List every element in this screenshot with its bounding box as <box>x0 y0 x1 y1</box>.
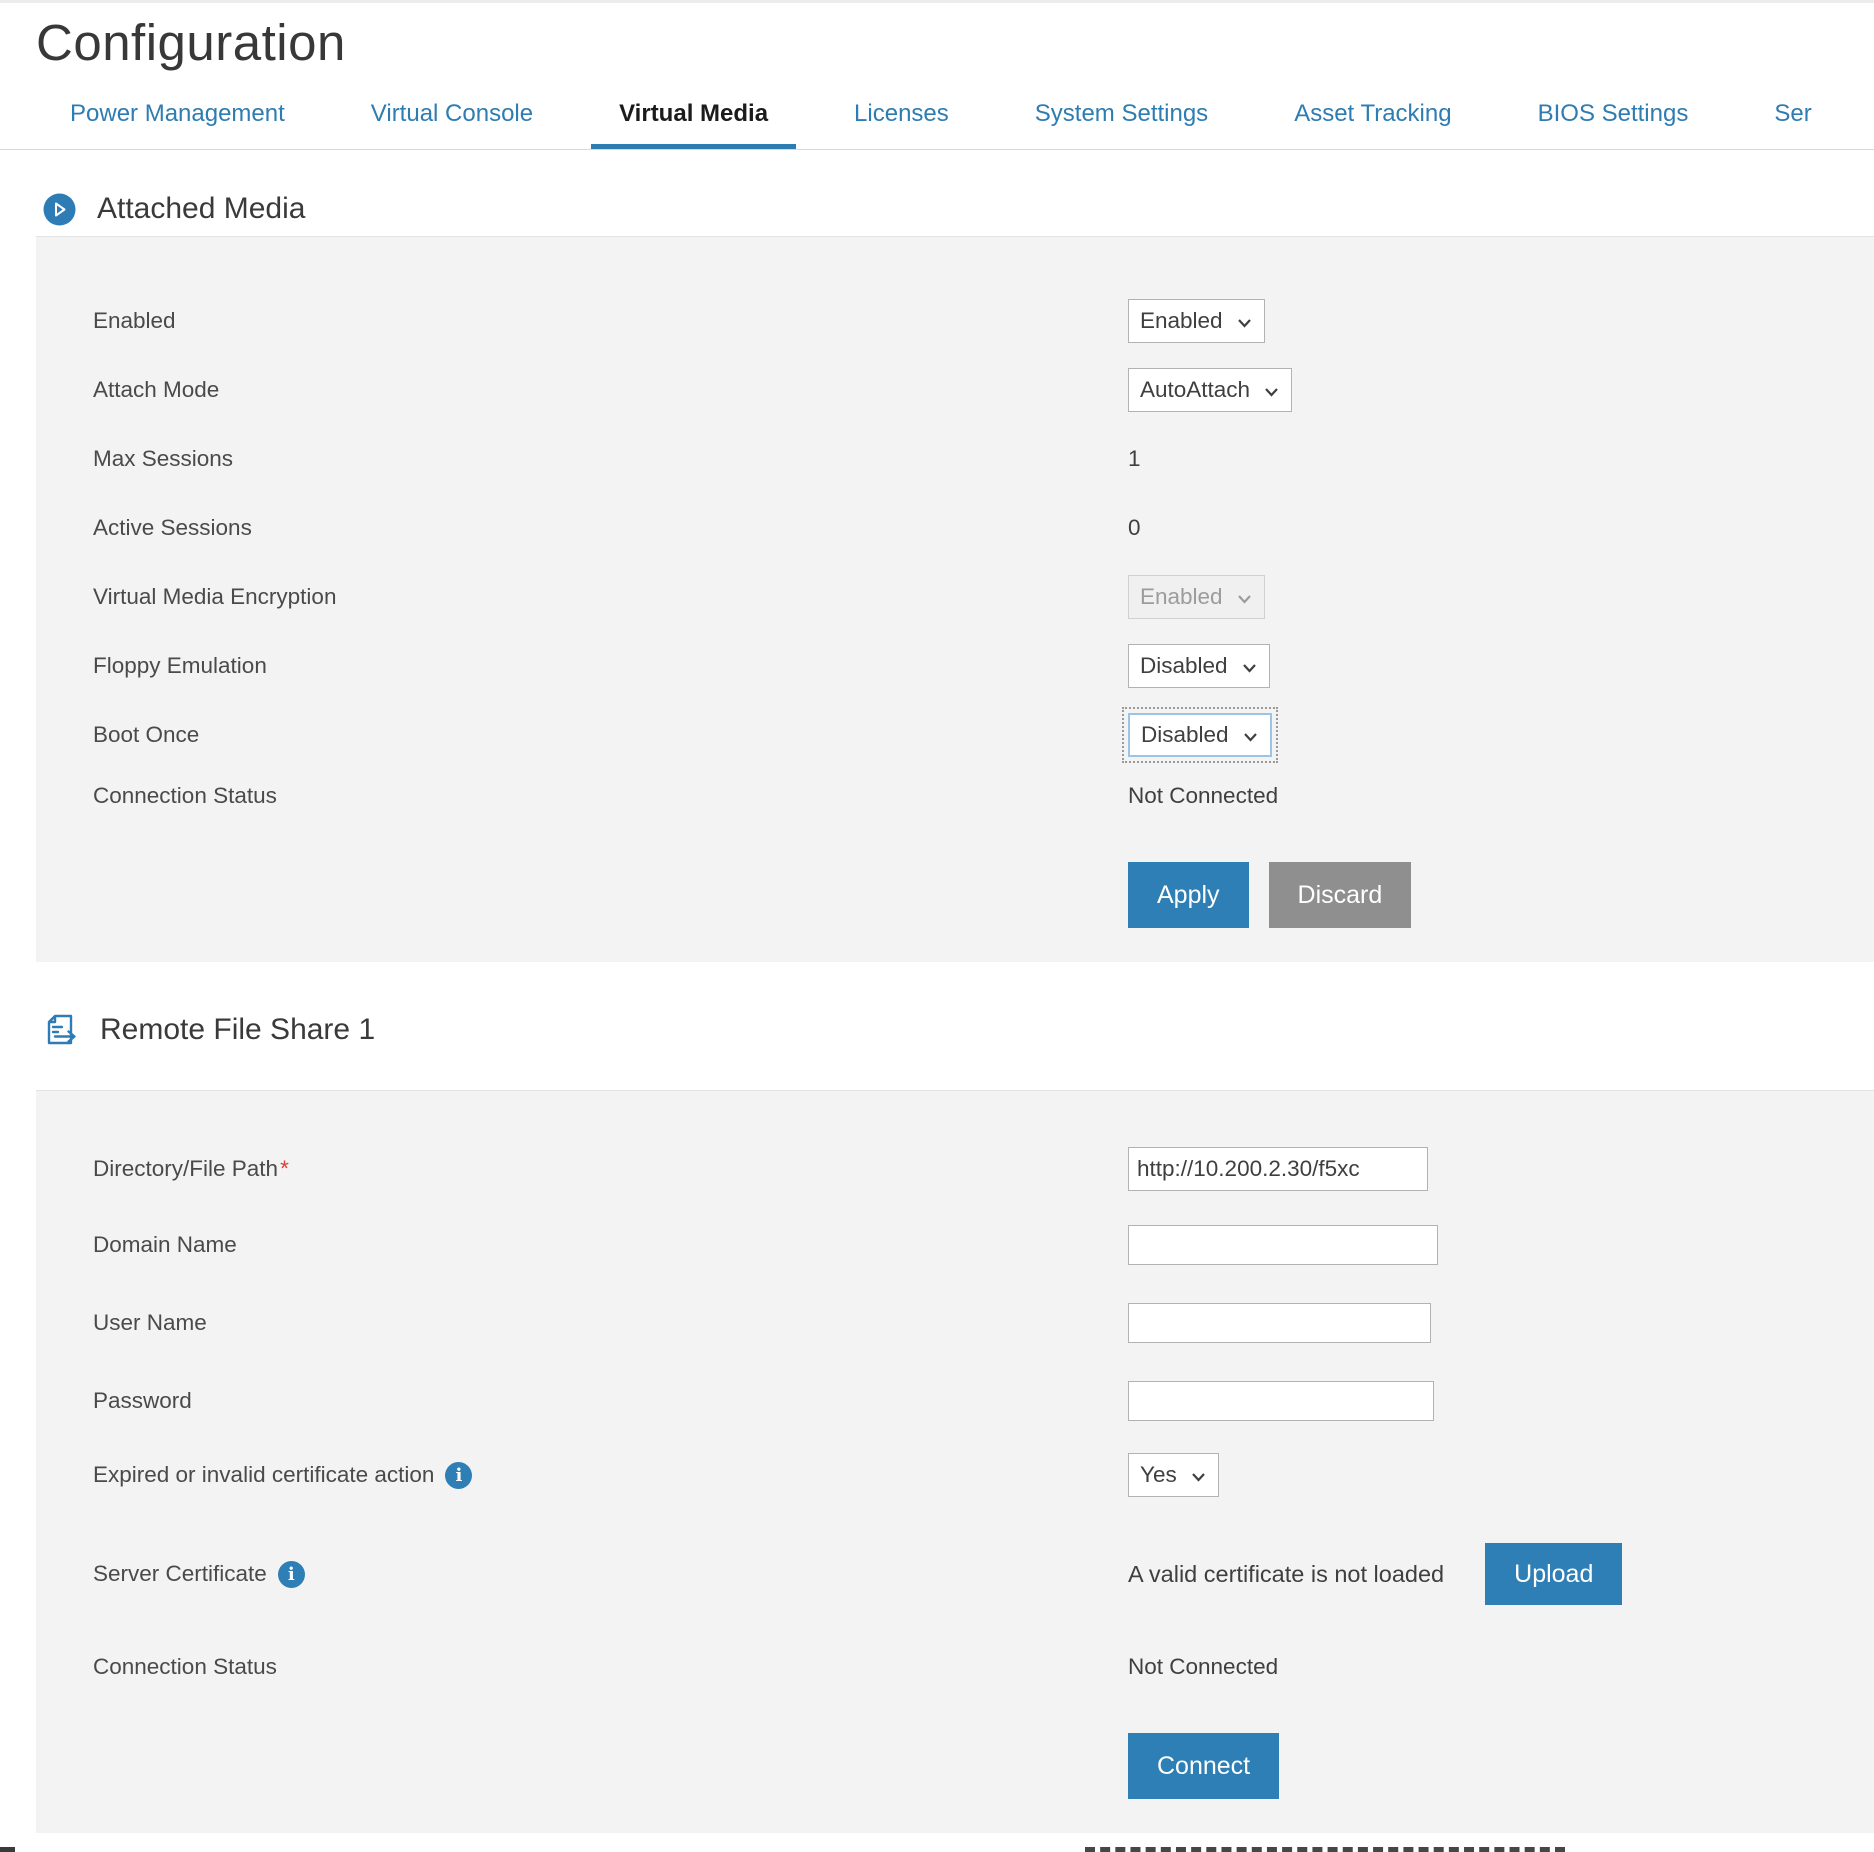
tab-bios-settings[interactable]: BIOS Settings <box>1510 100 1717 149</box>
server-certificate-label: Server Certificate i <box>93 1561 1128 1588</box>
connect-button[interactable]: Connect <box>1128 1733 1279 1799</box>
boot-once-select[interactable]: Disabled <box>1128 713 1272 757</box>
connection-status-label: Connection Status <box>93 1654 1128 1680</box>
directory-file-path-row: Directory/File Path* <box>93 1147 1874 1191</box>
domain-name-row: Domain Name <box>93 1225 1874 1265</box>
password-row: Password <box>93 1381 1874 1421</box>
remote-file-share-connection-status-row: Connection Status Not Connected <box>93 1653 1874 1681</box>
floppy-emulation-select[interactable]: Disabled <box>1128 644 1270 688</box>
remote-file-share-actions: Connect <box>1128 1733 1874 1799</box>
floppy-emulation-row: Floppy Emulation Disabled <box>93 644 1874 688</box>
virtual-media-encryption-select: Enabled <box>1128 575 1265 619</box>
max-sessions-value: 1 <box>1128 446 1141 472</box>
certificate-action-info-icon[interactable]: i <box>445 1462 472 1489</box>
active-sessions-row: Active Sessions 0 <box>93 506 1874 550</box>
attached-media-title: Attached Media <box>97 192 305 226</box>
domain-name-label: Domain Name <box>93 1232 1128 1258</box>
attached-media-play-icon <box>43 193 76 226</box>
attached-media-connection-status-row: Connection Status Not Connected <box>93 782 1874 810</box>
tab-power-management[interactable]: Power Management <box>42 100 313 149</box>
bottom-cut-artifact <box>1085 1847 1565 1852</box>
chevron-down-icon <box>1242 663 1257 673</box>
enabled-label: Enabled <box>93 308 1128 334</box>
tab-licenses[interactable]: Licenses <box>826 100 977 149</box>
attached-media-panel: Enabled Enabled Attach Mode AutoAttach M… <box>36 236 1874 962</box>
tab-asset-tracking[interactable]: Asset Tracking <box>1266 100 1479 149</box>
connection-status-value: Not Connected <box>1128 1654 1278 1680</box>
password-label: Password <box>93 1388 1128 1414</box>
server-certificate-status: A valid certificate is not loaded <box>1128 1561 1444 1588</box>
directory-file-path-input[interactable] <box>1128 1147 1428 1191</box>
file-share-icon <box>43 1012 79 1048</box>
attach-mode-row: Attach Mode AutoAttach <box>93 368 1874 412</box>
tab-system-settings[interactable]: System Settings <box>1007 100 1236 149</box>
apply-button[interactable]: Apply <box>1128 862 1249 928</box>
user-name-input[interactable] <box>1128 1303 1431 1343</box>
active-sessions-label: Active Sessions <box>93 515 1128 541</box>
upload-button[interactable]: Upload <box>1485 1543 1622 1605</box>
virtual-media-encryption-row: Virtual Media Encryption Enabled <box>93 575 1874 619</box>
remote-file-share-title: Remote File Share 1 <box>100 1013 375 1047</box>
boot-once-label: Boot Once <box>93 722 1128 748</box>
password-input[interactable] <box>1128 1381 1434 1421</box>
chevron-down-icon <box>1191 1472 1206 1482</box>
enabled-select[interactable]: Enabled <box>1128 299 1265 343</box>
chevron-down-icon <box>1237 318 1252 328</box>
tab-ser[interactable]: Ser <box>1746 100 1839 149</box>
virtual-media-encryption-label: Virtual Media Encryption <box>93 584 1128 610</box>
directory-file-path-label: Directory/File Path* <box>93 1156 1128 1182</box>
top-edge-strip <box>0 0 1874 3</box>
user-name-row: User Name <box>93 1303 1874 1343</box>
connection-status-value: Not Connected <box>1128 783 1278 809</box>
domain-name-input[interactable] <box>1128 1225 1438 1265</box>
chevron-down-icon <box>1237 594 1252 604</box>
tab-virtual-console[interactable]: Virtual Console <box>343 100 561 149</box>
attached-media-header: Attached Media <box>43 192 1874 226</box>
max-sessions-row: Max Sessions 1 <box>93 437 1874 481</box>
bottom-corner-artifact <box>0 1847 15 1852</box>
connection-status-label: Connection Status <box>93 783 1128 809</box>
boot-once-row: Boot Once Disabled <box>93 713 1874 757</box>
certificate-action-select[interactable]: Yes <box>1128 1453 1219 1497</box>
attached-media-actions: Apply Discard <box>1128 862 1874 928</box>
enabled-row: Enabled Enabled <box>93 299 1874 343</box>
user-name-label: User Name <box>93 1310 1128 1336</box>
remote-file-share-panel: Directory/File Path* Domain Name User Na… <box>36 1090 1874 1833</box>
attach-mode-select[interactable]: AutoAttach <box>1128 368 1292 412</box>
floppy-emulation-label: Floppy Emulation <box>93 653 1128 679</box>
server-certificate-info-icon[interactable]: i <box>278 1561 305 1588</box>
attach-mode-label: Attach Mode <box>93 377 1128 403</box>
chevron-down-icon <box>1243 732 1258 742</box>
tab-virtual-media[interactable]: Virtual Media <box>591 100 796 149</box>
remote-file-share-header: Remote File Share 1 <box>43 1012 1874 1048</box>
required-asterisk: * <box>280 1156 289 1182</box>
page-title: Configuration <box>36 13 1874 72</box>
active-sessions-value: 0 <box>1128 515 1141 541</box>
tab-bar: Power Management Virtual Console Virtual… <box>0 100 1874 150</box>
max-sessions-label: Max Sessions <box>93 446 1128 472</box>
server-certificate-row: Server Certificate i A valid certificate… <box>93 1543 1874 1605</box>
chevron-down-icon <box>1264 387 1279 397</box>
discard-button[interactable]: Discard <box>1269 862 1412 928</box>
certificate-action-row: Expired or invalid certificate action i … <box>93 1453 1874 1497</box>
certificate-action-label: Expired or invalid certificate action i <box>93 1462 1128 1489</box>
